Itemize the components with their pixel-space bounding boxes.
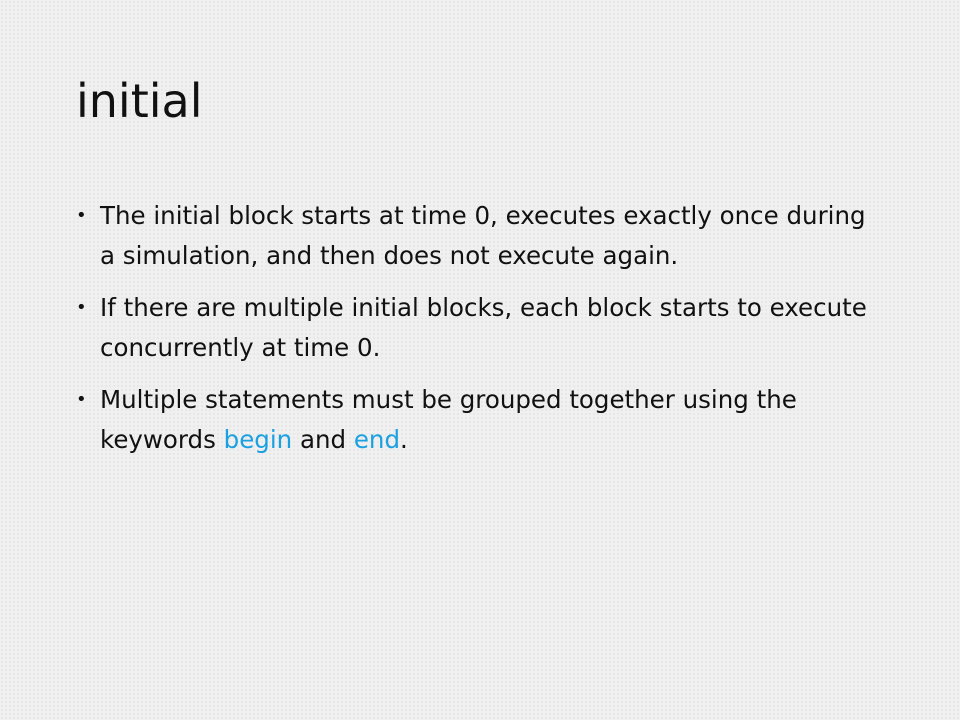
bullet-text-prefix: Multiple statements must be grouped toge… bbox=[100, 385, 797, 454]
bullet-text-middle: and bbox=[292, 425, 354, 454]
bullet-list: • The initial block starts at time 0, ex… bbox=[76, 196, 876, 472]
bullet-text: The initial block starts at time 0, exec… bbox=[100, 201, 866, 270]
bullet-item: • If there are multiple initial blocks, … bbox=[76, 288, 876, 368]
bullet-item: • The initial block starts at time 0, ex… bbox=[76, 196, 876, 276]
keyword-begin: begin bbox=[223, 425, 293, 454]
bullet-icon: • bbox=[76, 297, 87, 318]
bullet-icon: • bbox=[76, 205, 87, 226]
bullet-text: If there are multiple initial blocks, ea… bbox=[100, 293, 867, 362]
bullet-item: • Multiple statements must be grouped to… bbox=[76, 380, 876, 460]
slide-title: initial bbox=[76, 74, 203, 128]
slide: initial • The initial block starts at ti… bbox=[0, 0, 960, 720]
bullet-text-suffix: . bbox=[400, 425, 408, 454]
bullet-icon: • bbox=[76, 389, 87, 410]
keyword-end: end bbox=[353, 425, 401, 454]
